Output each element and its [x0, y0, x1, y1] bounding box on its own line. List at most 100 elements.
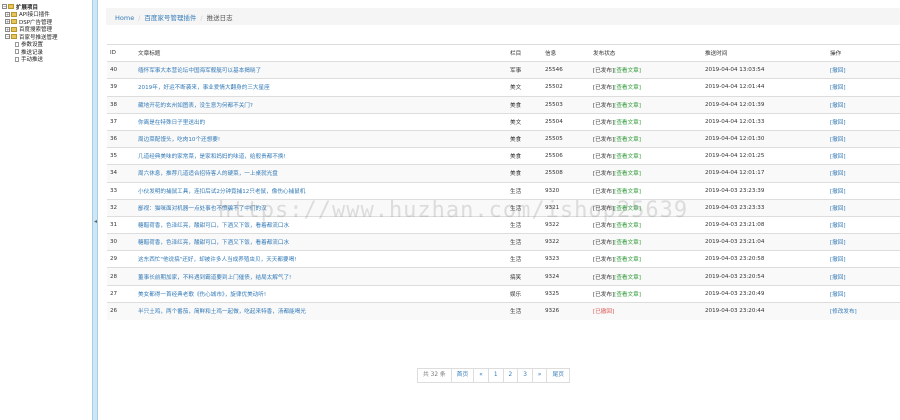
cell-status: [已发布][查看文章]	[590, 181, 702, 200]
cell-action-link[interactable]: [修改发布]	[827, 301, 900, 320]
view-article-link[interactable]: [查看文章]	[614, 240, 641, 246]
expand-icon[interactable]: +	[5, 11, 10, 17]
breadcrumb-home[interactable]: Home	[115, 14, 134, 22]
view-article-link[interactable]: [查看文章]	[614, 292, 641, 298]
view-article-link[interactable]: [查看文章]	[614, 85, 641, 91]
cell-title-link[interactable]: 鄙视：猫咪面对机器一点处事也不愤骗不了中们的汉	[135, 198, 507, 217]
cell-column: 生活	[507, 181, 542, 200]
status-text: [已发布]	[593, 137, 615, 144]
pagination-page-1[interactable]: 1	[487, 368, 504, 383]
breadcrumb-current: 推送日志	[206, 14, 233, 22]
file-icon	[15, 56, 19, 62]
cell-status: [已发布][查看文章]	[590, 250, 702, 268]
view-article-link[interactable]: [查看文章]	[614, 137, 641, 143]
cell-status: [已发布][查看文章]	[590, 198, 702, 217]
cell-id: 38	[107, 95, 135, 114]
cell-action-link[interactable]: [撤回]	[827, 250, 900, 268]
view-article-link[interactable]: [查看文章]	[614, 223, 641, 229]
cell-title-link[interactable]: 小伙发明的捕鼠工具，连扣后试2分钟竟捕12只老鼠，像伤心捕鼠机	[135, 181, 507, 200]
pagination-first[interactable]: 首页	[450, 368, 475, 383]
cell-action-link[interactable]: [撤回]	[827, 147, 900, 165]
cell-column: 生活	[507, 250, 542, 268]
cell-title-link[interactable]: 糖醋荷香，色泽红亮，酸甜可口，下酒又下饭，看着都流口水	[135, 233, 507, 251]
cell-push-time: 2019-04-04 12:01:17	[702, 164, 827, 182]
cell-action-link[interactable]: [撤回]	[827, 129, 900, 148]
cell-status: [已发布][查看文章]	[590, 147, 702, 165]
cell-action-link[interactable]: [撤回]	[827, 198, 900, 217]
collapse-arrow-icon[interactable]: ◂	[93, 218, 98, 225]
tree-item-push-log[interactable]: 推送记录	[2, 48, 90, 56]
table-row: 36 周边菜配馒头，吃肉10个还想要! 美食 25505 [已发布][查看文章] 2019…	[107, 129, 900, 148]
cell-title-link[interactable]: 藏地开花的玄州如图表，没生意为何都不关门?	[135, 95, 507, 114]
view-article-link[interactable]: [查看文章]	[614, 68, 641, 74]
sidebar-tree: − 扩展项目 + API接口插件 + DSP广告管理 + 百度搜索管理 − 百家…	[0, 0, 92, 420]
cell-title-link[interactable]: 这东西忙"他说搞"还好，却被许多人当成养殖虫贝，天天都要喝!	[135, 250, 507, 268]
pagination-page-3[interactable]: 3	[517, 368, 533, 383]
pagination: 共 32 条 首页 « 1 2 3 » 尾页	[417, 368, 571, 383]
cell-status: [已发布][查看文章]	[590, 267, 702, 286]
cell-title-link[interactable]: 糖醋荷香，色泽红亮，酸甜可口，下酒又下饭，看着都流口水	[135, 215, 507, 234]
status-text: [已发布]	[593, 154, 615, 161]
cell-push-time: 2019-04-04 12:01:30	[702, 129, 827, 148]
collapse-icon[interactable]: −	[5, 34, 10, 40]
cell-title-link[interactable]: 董事长前期加家，不料遇到霸道要到上门催债，结局太解气了!	[135, 267, 507, 286]
cell-push-time: 2019-04-03 23:23:39	[702, 181, 827, 200]
cell-title-link[interactable]: 2019年，好运不断袭来，事业爱情大翻身的三大星座	[135, 78, 507, 97]
pagination-last[interactable]: 尾页	[546, 368, 571, 383]
status-text: [已发布]	[593, 68, 615, 75]
cell-title-link[interactable]: 缅怀军事大本营论坛中国海军舰艇可以基本揭晓了	[135, 61, 507, 79]
cell-title-link[interactable]: 周边菜配馒头，吃肉10个还想要!	[135, 129, 507, 148]
view-article-link[interactable]: [查看文章]	[614, 171, 641, 177]
cell-action-link[interactable]: [撤回]	[827, 284, 900, 303]
cell-action-link[interactable]: [撤回]	[827, 215, 900, 234]
status-text: [已发布]	[593, 205, 615, 212]
expand-icon[interactable]: +	[5, 26, 10, 32]
cell-action-link[interactable]: [撤回]	[827, 78, 900, 97]
tree-item-manual-push[interactable]: 手动推送	[2, 56, 90, 64]
cell-action-link[interactable]: [撤回]	[827, 95, 900, 114]
cell-info: 25508	[542, 164, 590, 182]
pagination-prev[interactable]: «	[473, 368, 489, 383]
breadcrumb-plugin[interactable]: 百度家号管理插件	[144, 14, 196, 22]
view-article-link[interactable]: [查看文章]	[614, 257, 641, 263]
pagination-page-2[interactable]: 2	[502, 368, 519, 383]
table-row: 38 藏地开花的玄州如图表，没生意为何都不关门? 美食 25503 [已发布][查看文章…	[107, 95, 900, 114]
cell-push-time: 2019-04-04 13:03:54	[702, 61, 827, 79]
table-row: 27 美女都得一首经典老歌《伤心城市》，旋律优美动听! 娱乐 9325 [已发布][查看…	[107, 284, 900, 303]
cell-title-link[interactable]: 周六休息，推荐几道适合招待客人的硬菜，一上桌就光盘	[135, 164, 507, 182]
cell-push-time: 2019-04-04 12:01:39	[702, 95, 827, 114]
tree-item-label: 手动推送	[21, 57, 44, 64]
view-article-link[interactable]: [查看文章]	[614, 206, 641, 212]
main-content: Home / 百度家号管理插件 / 推送日志 ID 文章标题 栏目 信息 发布状态 推送…	[103, 0, 900, 420]
cell-action-link[interactable]: [撤回]	[827, 267, 900, 286]
cell-info: 25506	[542, 147, 590, 165]
table-row: 31 糖醋荷香，色泽红亮，酸甜可口，下酒又下饭，看着都流口水 生活 9322 [已发布]…	[107, 215, 900, 234]
view-article-link[interactable]: [查看文章]	[614, 120, 641, 126]
tree-item-baijiahao[interactable]: − 百家号推送管理	[2, 33, 90, 41]
cell-column: 生活	[507, 233, 542, 251]
tree-item-settings[interactable]: 参数设置	[2, 41, 90, 48]
expand-icon[interactable]: +	[5, 19, 10, 25]
cell-title-link[interactable]: 你离是在特殊日子里送出的	[135, 112, 507, 131]
cell-action-link[interactable]: [撤回]	[827, 164, 900, 182]
cell-title-link[interactable]: 美女都得一首经典老歌《伤心城市》，旋律优美动听!	[135, 284, 507, 303]
cell-action-link[interactable]: [撤回]	[827, 61, 900, 79]
status-text: [已发布]	[593, 188, 615, 195]
status-text: [已发布]	[593, 85, 615, 92]
status-text: [已发布]	[593, 291, 615, 298]
cell-id: 34	[107, 164, 135, 182]
cell-action-link[interactable]: [撤回]	[827, 181, 900, 200]
cell-title-link[interactable]: 半只土鸡，两个番茄，简鲜和土鸡一起做，吃起来特香，汤都能喝光	[135, 301, 507, 320]
view-article-link[interactable]: [查看文章]	[614, 103, 641, 109]
pagination-next[interactable]: »	[531, 368, 548, 383]
cell-title-link[interactable]: 几道经典美味的家常菜，是家和妈妈的味道，给般贵都不换!	[135, 147, 507, 165]
view-article-link[interactable]: [查看文章]	[614, 154, 641, 160]
cell-column: 军事	[507, 61, 542, 79]
cell-info: 9321	[542, 198, 590, 217]
cell-action-link[interactable]: [撤回]	[827, 112, 900, 131]
sidebar-splitter[interactable]: ◂	[92, 0, 98, 420]
cell-action-link[interactable]: [撤回]	[827, 233, 900, 251]
view-article-link[interactable]: [查看文章]	[614, 275, 641, 281]
view-article-link[interactable]: [查看文章]	[614, 189, 641, 195]
collapse-icon[interactable]: −	[2, 4, 7, 10]
